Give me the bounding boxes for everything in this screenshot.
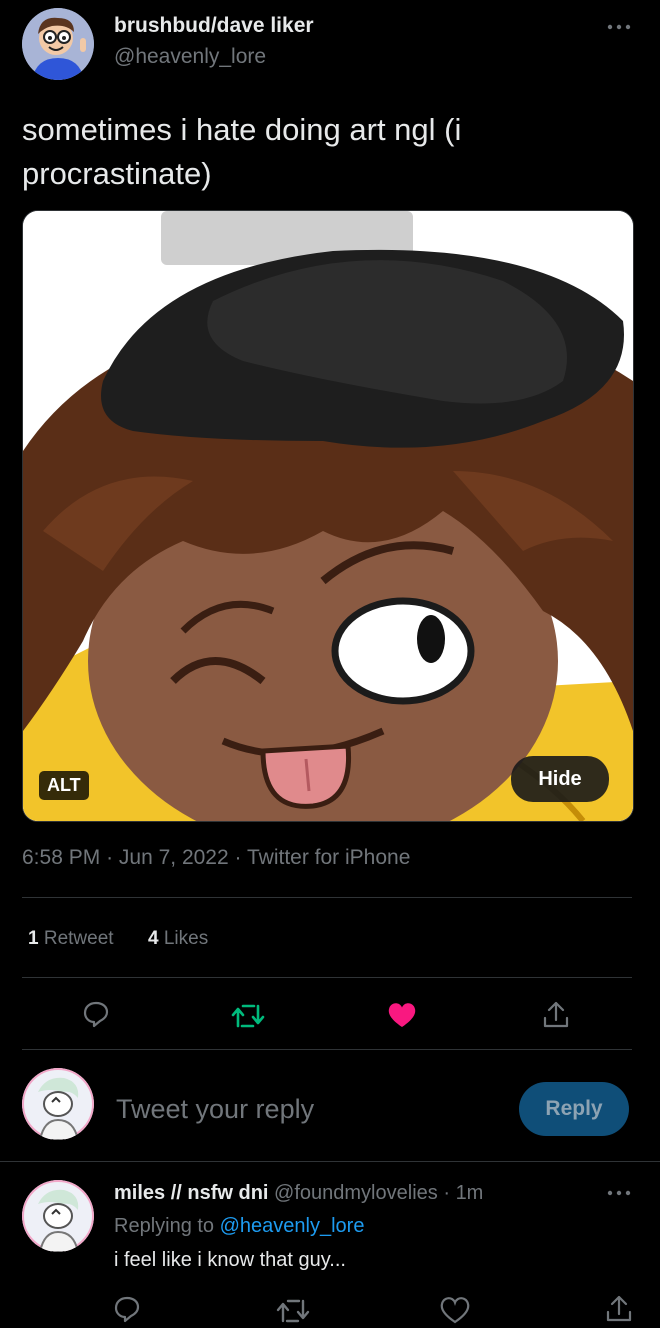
more-horizontal-icon[interactable] (606, 1186, 632, 1200)
replying-to-label: Replying to (114, 1215, 215, 1237)
artwork-image (23, 211, 633, 821)
divider (22, 977, 632, 978)
retweet-icon[interactable] (276, 1297, 310, 1325)
reply-bubble-icon[interactable] (82, 1000, 110, 1028)
author-name[interactable]: brushbud/dave liker (114, 14, 314, 38)
divider (22, 897, 632, 898)
tweet-text: sometimes i hate doing art ngl (i procra… (22, 112, 462, 191)
reply-bubble-icon[interactable] (113, 1295, 141, 1323)
reply-header: miles // nsfw dni @foundmylovelies · 1m (114, 1182, 483, 1205)
reply-separator: · (443, 1182, 450, 1204)
author-handle[interactable]: @heavenly_lore (114, 45, 266, 69)
tweet-time: 6:58 PM (22, 846, 101, 869)
divider (0, 1161, 660, 1162)
tweet-media[interactable]: ALT Hide (22, 210, 634, 822)
reply-button[interactable]: Reply (519, 1082, 629, 1136)
tweet-source[interactable]: Twitter for iPhone (247, 846, 410, 869)
replying-to: Replying to @heavenly_lore (114, 1215, 364, 1238)
retweet-icon[interactable] (231, 1002, 265, 1030)
retweet-label: Retweet (43, 928, 114, 949)
reply-author-handle[interactable]: @foundmylovelies (274, 1182, 438, 1204)
retweet-count: 1 (28, 928, 39, 949)
heart-icon[interactable] (440, 1296, 470, 1324)
author-avatar[interactable] (22, 8, 94, 80)
reply-input[interactable]: Tweet your reply (116, 1094, 496, 1125)
hide-media-button[interactable]: Hide (511, 756, 609, 802)
reply-time[interactable]: 1m (456, 1182, 484, 1204)
more-horizontal-icon[interactable] (606, 20, 632, 34)
reply-text: i feel like i know that guy... (114, 1249, 346, 1271)
tweet-date[interactable]: Jun 7, 2022 (119, 846, 229, 869)
likes-stat[interactable]: 4 Likes (148, 928, 208, 950)
meta-separator: · (106, 846, 114, 869)
alt-badge[interactable]: ALT (39, 771, 89, 800)
like-label: Likes (163, 928, 209, 949)
share-icon[interactable] (604, 1294, 634, 1324)
reply-author-name[interactable]: miles // nsfw dni (114, 1182, 268, 1204)
tweet-meta: 6:58 PM · Jun 7, 2022 · Twitter for iPho… (22, 846, 410, 870)
share-icon[interactable] (541, 1000, 571, 1030)
replying-to-handle[interactable]: @heavenly_lore (220, 1215, 365, 1237)
like-count: 4 (148, 928, 159, 949)
reply-author-avatar[interactable] (22, 1180, 94, 1252)
meta-separator: · (234, 846, 242, 869)
heart-icon[interactable] (387, 1001, 417, 1029)
current-user-avatar[interactable] (22, 1068, 94, 1140)
divider (22, 1049, 632, 1050)
retweet-stat[interactable]: 1 Retweet (28, 928, 114, 950)
